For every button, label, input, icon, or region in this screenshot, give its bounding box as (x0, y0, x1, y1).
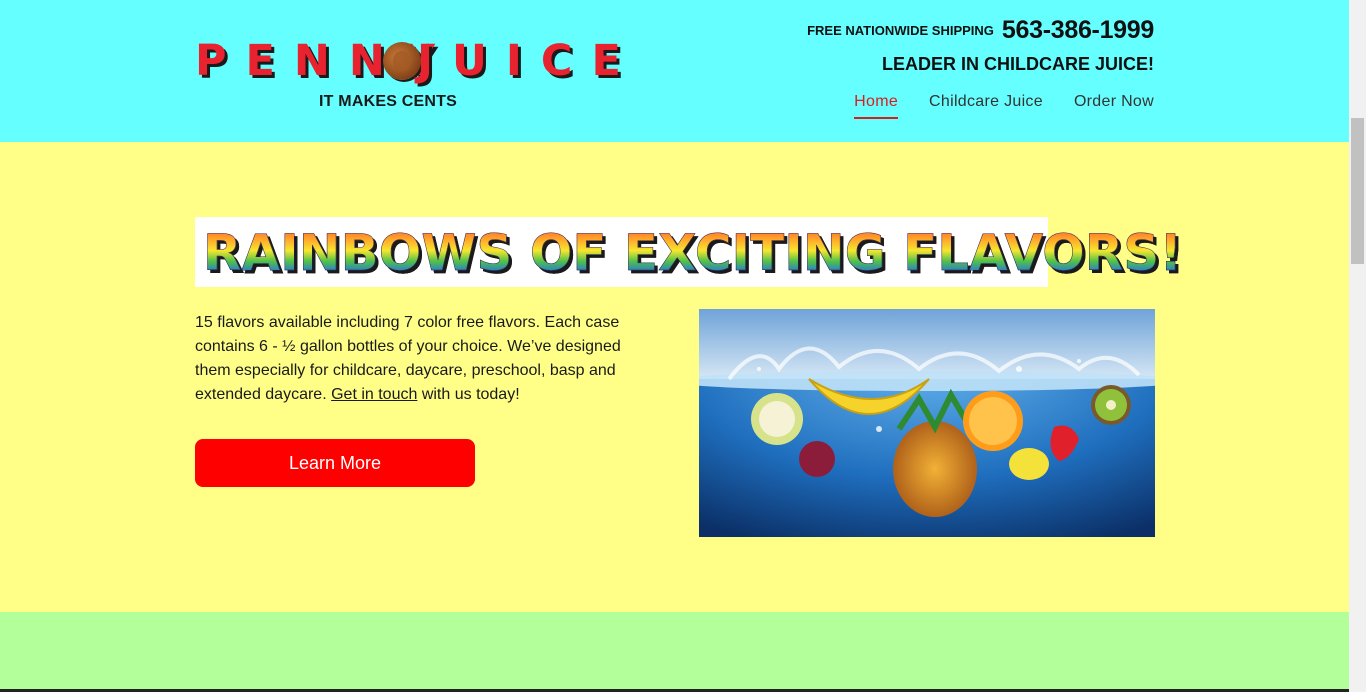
page: PENNY JUICE IT MAKES CENTS FREE NATIONWI… (0, 0, 1349, 692)
nav-home[interactable]: Home (854, 93, 898, 119)
flavors-section: RAINBOWS OF EXCITING FLAVORS! 15 flavors… (0, 142, 1349, 612)
tagline: IT MAKES CENTS (319, 93, 457, 110)
banner-text: RAINBOWS OF EXCITING FLAVORS! (203, 224, 1183, 283)
shipping-label: FREE NATIONWIDE SHIPPING (807, 23, 994, 38)
next-section (0, 612, 1349, 692)
phone-link[interactable]: 563-386-1999 (1002, 16, 1154, 44)
logo-word-juice: JUICE (417, 36, 640, 86)
nav-order-now[interactable]: Order Now (1074, 93, 1154, 117)
main-nav: Home Childcare Juice Order Now (854, 93, 1154, 119)
penny-coin-icon (383, 42, 421, 80)
site-header: PENNY JUICE IT MAKES CENTS FREE NATIONWI… (0, 0, 1349, 142)
fruit-splash-image (699, 309, 1155, 537)
description-tail: with us today! (417, 386, 520, 403)
flavors-description: 15 flavors available including 7 color f… (195, 311, 635, 407)
shipping-row: FREE NATIONWIDE SHIPPING 563-386-1999 (807, 16, 1154, 45)
nav-childcare-juice[interactable]: Childcare Juice (929, 93, 1043, 117)
scrollbar-thumb[interactable] (1351, 118, 1364, 264)
get-in-touch-link[interactable]: Get in touch (331, 386, 417, 403)
flavors-banner: RAINBOWS OF EXCITING FLAVORS! (195, 217, 1182, 287)
learn-more-button[interactable]: Learn More (195, 439, 475, 487)
site-logo[interactable]: PENNY JUICE (195, 38, 621, 84)
leader-heading: LEADER IN CHILDCARE JUICE! (881, 54, 1154, 74)
page-scrollbar[interactable] (1349, 0, 1366, 692)
